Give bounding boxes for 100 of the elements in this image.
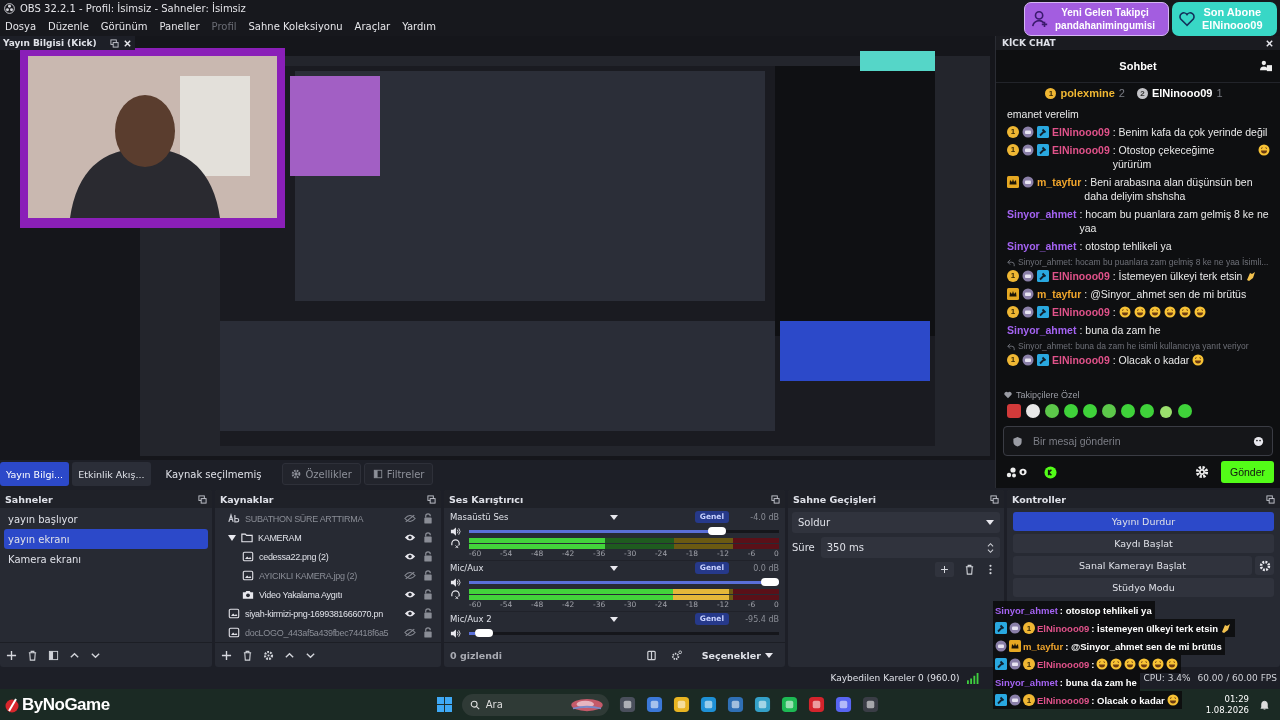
undock-icon[interactable] <box>110 38 119 48</box>
properties-button[interactable]: Özellikler <box>282 463 361 485</box>
slider-thumb[interactable] <box>761 578 779 586</box>
speaker-icon[interactable] <box>450 525 461 537</box>
source-item[interactable]: siyah-kirmizi-png-1699381666070.pn <box>245 608 399 619</box>
undock-icon[interactable] <box>1266 494 1275 504</box>
username[interactable]: m_tayfur <box>1037 175 1082 189</box>
taskbar-app-icon[interactable] <box>699 696 717 713</box>
unlocked-icon[interactable] <box>422 532 434 543</box>
username[interactable]: ElNinooo09 <box>1052 353 1110 367</box>
menu-item[interactable]: Yardım <box>402 20 436 32</box>
taskbar-app-icon[interactable] <box>861 696 879 713</box>
dropdown-caret-icon[interactable] <box>610 514 618 520</box>
unlocked-icon[interactable] <box>422 551 434 562</box>
eye-icon[interactable] <box>404 589 416 600</box>
crossed-eye-icon[interactable] <box>404 513 416 524</box>
emoji-icon[interactable] <box>1253 435 1264 447</box>
filters-button[interactable]: Filtreler <box>363 463 434 485</box>
scene-item[interactable]: yayın başlıyor <box>4 509 208 529</box>
windows-start-icon[interactable] <box>436 697 452 712</box>
scene-item[interactable]: yayın ekranı <box>4 529 208 549</box>
add-button[interactable] <box>935 562 954 577</box>
menu-item[interactable]: Araçlar <box>354 20 391 32</box>
undock-icon[interactable] <box>771 494 780 504</box>
taskbar-app-icon[interactable] <box>645 696 663 713</box>
source-item[interactable]: docLOGO_443af5a439fbec74418f6a5 <box>245 627 399 638</box>
username[interactable]: ElNinooo09 <box>1052 269 1110 283</box>
username[interactable]: ElNinooo09 <box>1052 305 1110 319</box>
control-button[interactable]: Yayını Durdur <box>1013 512 1274 531</box>
taskbar-app-icon[interactable] <box>834 696 852 713</box>
source-item[interactable]: KAMERAM <box>258 532 399 543</box>
trash-icon[interactable] <box>27 649 38 661</box>
taskbar-app-icon[interactable] <box>618 696 636 713</box>
taskbar-app-icon[interactable] <box>807 696 825 713</box>
duration-field[interactable]: 350 ms <box>820 537 1000 558</box>
slider-thumb[interactable] <box>708 527 727 535</box>
crossed-eye-icon[interactable] <box>404 570 416 581</box>
menu-item[interactable]: Görünüm <box>100 20 148 32</box>
unlocked-icon[interactable] <box>422 608 434 619</box>
filter-icon[interactable] <box>48 649 59 661</box>
crossed-eye-icon[interactable] <box>404 627 416 638</box>
unlocked-icon[interactable] <box>422 627 434 638</box>
unlocked-icon[interactable] <box>422 570 434 581</box>
headphone-mute-icon[interactable] <box>450 589 461 600</box>
users-icon[interactable] <box>1260 60 1272 72</box>
menu-item[interactable]: Sahne Koleksiyonu <box>248 20 343 32</box>
eye-icon[interactable] <box>404 608 416 619</box>
search-field[interactable]: Ara <box>461 693 609 716</box>
unlocked-icon[interactable] <box>422 513 434 524</box>
undock-icon[interactable] <box>427 494 436 504</box>
source-item[interactable]: cedessa22.png (2) <box>259 551 399 562</box>
settings-icon[interactable] <box>670 649 682 661</box>
add-icon[interactable] <box>221 649 232 661</box>
undock-icon[interactable] <box>990 494 999 504</box>
taskbar-app-icon[interactable] <box>726 696 744 713</box>
dropdown-caret-icon[interactable] <box>610 565 618 571</box>
username[interactable]: ElNinooo09 <box>1052 125 1110 139</box>
undock-icon[interactable] <box>198 494 207 504</box>
taskbar-app-icon[interactable] <box>672 696 690 713</box>
dropdown-caret-icon[interactable] <box>610 616 618 622</box>
control-button[interactable]: Kaydı Başlat <box>1013 534 1274 553</box>
layout-icon[interactable] <box>645 649 657 661</box>
eye-icon[interactable] <box>404 532 416 543</box>
taskbar-app-icon[interactable] <box>753 696 771 713</box>
kick-logo-icon[interactable] <box>1044 465 1057 479</box>
speaker-icon[interactable] <box>450 627 461 639</box>
speaker-icon[interactable] <box>450 576 461 588</box>
source-item[interactable]: SUBATHON SÜRE ARTTIRMA <box>245 513 399 524</box>
add-icon[interactable] <box>6 649 17 661</box>
message-box[interactable]: Bir mesaj gönderin <box>1003 426 1273 456</box>
control-button[interactable]: Sanal Kamerayı Başlat <box>1013 556 1252 575</box>
headphone-mute-icon[interactable] <box>450 538 461 549</box>
username[interactable]: ElNinooo09 <box>1052 143 1110 157</box>
send-button[interactable]: Gönder <box>1220 461 1274 483</box>
notification-bell-icon[interactable] <box>1259 699 1270 710</box>
expand-caret-icon[interactable] <box>228 533 236 542</box>
control-button[interactable]: Stüdyo Modu <box>1013 578 1274 597</box>
settings-button[interactable] <box>1255 556 1274 575</box>
settings-icon[interactable] <box>263 649 274 661</box>
trash-icon[interactable] <box>242 649 253 661</box>
leaderboard-name[interactable]: ElNinooo09 <box>1151 87 1213 99</box>
dock-tab[interactable]: Yayın Bilgi... <box>0 462 70 486</box>
username[interactable]: Sinyor_ahmet <box>1007 207 1077 221</box>
menu-item[interactable]: Düzenle <box>48 20 89 32</box>
username[interactable]: m_tayfur <box>1037 287 1082 301</box>
trash-icon[interactable] <box>964 564 975 575</box>
leaderboard-name[interactable]: polexmine <box>1060 87 1115 99</box>
dock-tab[interactable]: Etkinlik Akış... <box>72 462 151 486</box>
username[interactable]: Sinyor_ahmet <box>1007 239 1077 253</box>
taskbar-app-icon[interactable] <box>780 696 798 713</box>
menu-item[interactable]: Paneller <box>159 20 200 32</box>
scene-item[interactable]: Kamera ekranı <box>4 549 208 569</box>
eye-icon[interactable] <box>404 551 416 562</box>
unlocked-icon[interactable] <box>422 589 434 600</box>
transition-dropdown[interactable]: Soldur <box>792 512 1000 533</box>
source-item[interactable]: AYICIKLI KAMERA.jpg (2) <box>259 570 399 581</box>
options-button[interactable]: Seçenekler <box>695 648 779 662</box>
username[interactable]: Sinyor_ahmet <box>1007 323 1077 337</box>
slider-thumb[interactable] <box>474 629 493 637</box>
message-field[interactable]: Bir mesaj gönderin <box>1031 434 1245 448</box>
